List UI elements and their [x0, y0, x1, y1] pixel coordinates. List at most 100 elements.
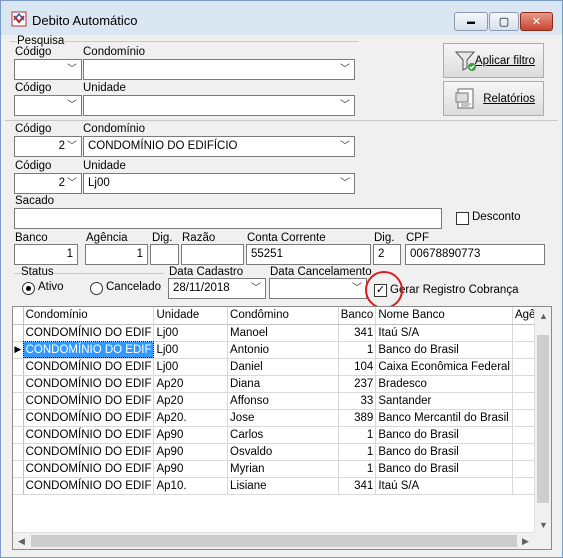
cell-condomino[interactable]: Diana — [227, 375, 339, 393]
pesquisa-condominio-combo[interactable]: ﹀ — [83, 59, 355, 80]
cell-nome-banco[interactable]: Banco do Brasil — [375, 460, 513, 478]
unidade-combo[interactable]: Lj00 ﹀ — [83, 173, 355, 194]
cell-banco[interactable]: 1 — [338, 460, 377, 478]
cell-banco[interactable]: 389 — [338, 409, 377, 427]
title-bar[interactable]: Debito Automático ▬ ▢ ✕ — [1, 1, 562, 35]
cell-banco[interactable]: 104 — [338, 358, 377, 376]
horizontal-scrollbar[interactable]: ◀ ▶ — [13, 532, 534, 549]
cell-nome-banco[interactable]: Banco do Brasil — [375, 443, 513, 461]
cell-unidade[interactable]: Ap20. — [153, 409, 229, 427]
data-cancelamento-picker[interactable]: ﹀ — [269, 278, 367, 299]
cell-nome-banco[interactable]: Caixa Econômica Federal — [375, 358, 513, 376]
cell-unidade[interactable]: Ap90 — [153, 443, 229, 461]
column-header-condomino[interactable]: Condômino — [227, 307, 339, 325]
cell-condomino[interactable]: Daniel — [227, 358, 339, 376]
table-row[interactable]: CONDOMÍNIO DO EDIF Ap20. Jose 389 Banco Merc… — [13, 409, 551, 427]
table-row[interactable]: CONDOMÍNIO DO EDIF Lj00 Daniel 104 Caixa Eco… — [13, 358, 551, 376]
cell-banco[interactable]: 237 — [338, 375, 377, 393]
scroll-left-icon[interactable]: ◀ — [13, 533, 30, 549]
cell-condominio[interactable]: CONDOMÍNIO DO EDIF — [23, 392, 155, 410]
cell-condomino[interactable]: Carlos — [227, 426, 339, 444]
table-row[interactable]: CONDOMÍNIO DO EDIF Ap20 Affonso 33 Santander… — [13, 392, 551, 410]
row-header[interactable] — [13, 392, 24, 410]
cell-banco[interactable]: 1 — [338, 443, 377, 461]
status-cancelado-radio[interactable] — [90, 282, 103, 295]
row-header[interactable] — [13, 358, 24, 376]
column-header-nome-banco[interactable]: Nome Banco — [375, 307, 513, 325]
scroll-right-icon[interactable]: ▶ — [517, 533, 534, 549]
cpf-input[interactable]: 00678890773 — [405, 244, 545, 265]
razao-input[interactable] — [181, 244, 244, 265]
scroll-up-icon[interactable]: ▲ — [535, 307, 551, 324]
row-header[interactable] — [13, 443, 24, 461]
condominio-combo[interactable]: CONDOMÍNIO DO EDIFÍCIO ﹀ — [83, 136, 355, 157]
cell-condomino[interactable]: Osvaldo — [227, 443, 339, 461]
cell-banco[interactable]: 33 — [338, 392, 377, 410]
cell-nome-banco[interactable]: Itaú S/A — [375, 477, 513, 495]
cell-condomino[interactable]: Myrian — [227, 460, 339, 478]
row-header[interactable] — [13, 460, 24, 478]
pesquisa-unidade-combo[interactable]: ﹀ — [83, 95, 355, 116]
cell-condominio[interactable]: CONDOMÍNIO DO EDIF — [23, 341, 155, 359]
column-header-condominio[interactable]: Condomínio — [23, 307, 155, 325]
row-header[interactable] — [13, 324, 24, 342]
cell-banco[interactable]: 1 — [338, 341, 377, 359]
cell-banco[interactable]: 1 — [338, 426, 377, 444]
row-header[interactable] — [13, 477, 24, 495]
table-row[interactable]: CONDOMÍNIO DO EDIF Ap90 Osvaldo 1 Banco do B… — [13, 443, 551, 461]
cell-unidade[interactable]: Ap90 — [153, 426, 229, 444]
cell-unidade[interactable]: Ap10. — [153, 477, 229, 495]
cell-banco[interactable]: 341 — [338, 324, 377, 342]
aplicar-filtro-button[interactable]: Aplicar filtro — [443, 43, 544, 78]
horizontal-scroll-thumb[interactable] — [31, 535, 517, 547]
cell-nome-banco[interactable]: Bradesco — [375, 375, 513, 393]
row-header[interactable] — [13, 409, 24, 427]
vertical-scrollbar[interactable]: ▲ ▼ — [534, 307, 551, 533]
column-header-banco[interactable]: Banco — [338, 307, 377, 325]
pesquisa-codigo-combo[interactable]: ﹀ — [14, 59, 82, 80]
close-button[interactable]: ✕ — [520, 12, 553, 31]
maximize-button[interactable]: ▢ — [489, 12, 519, 31]
banco-input[interactable]: 1 — [14, 244, 78, 265]
status-ativo-radio[interactable] — [22, 282, 35, 295]
minimize-button[interactable]: ▬ — [454, 12, 488, 31]
cell-banco[interactable]: 341 — [338, 477, 377, 495]
cell-condominio[interactable]: CONDOMÍNIO DO EDIF — [23, 477, 155, 495]
cell-unidade[interactable]: Ap90 — [153, 460, 229, 478]
cell-condomino[interactable]: Manoel — [227, 324, 339, 342]
table-row[interactable]: CONDOMÍNIO DO EDIFAp20Diana237Bradesco1 — [13, 375, 551, 393]
desconto-checkbox[interactable] — [456, 212, 469, 225]
cell-nome-banco[interactable]: Banco Mercantil do Brasil — [375, 409, 513, 427]
pesquisa-codigo2-combo[interactable]: ﹀ — [14, 95, 82, 116]
dig2-input[interactable]: 2 — [373, 244, 401, 265]
cell-condominio[interactable]: CONDOMÍNIO DO EDIF — [23, 443, 155, 461]
row-header[interactable] — [13, 375, 24, 393]
sacado-input[interactable] — [14, 208, 442, 229]
cell-unidade[interactable]: Ap20 — [153, 375, 229, 393]
row-header[interactable] — [13, 426, 24, 444]
cell-nome-banco[interactable]: Itaú S/A — [375, 324, 513, 342]
data-cadastro-picker[interactable]: 28/11/2018 ﹀ — [168, 278, 266, 299]
cell-condominio[interactable]: CONDOMÍNIO DO EDIF — [23, 426, 155, 444]
cell-condominio[interactable]: CONDOMÍNIO DO EDIF — [23, 324, 155, 342]
agencia-input[interactable]: 1 — [85, 244, 148, 265]
table-row[interactable]: CONDOMÍNIO DO EDIF Ap90 Myrian 1 Banco do Br… — [13, 460, 551, 478]
cell-condomino[interactable]: Affonso — [227, 392, 339, 410]
table-row[interactable]: ▶ CONDOMÍNIO DO EDIF Lj00 Antonio 1 Banco do … — [13, 341, 551, 359]
conta-corrente-input[interactable]: 55251 — [246, 244, 371, 265]
codigo2-combo[interactable]: 2 ﹀ — [14, 173, 82, 194]
cell-unidade[interactable]: Lj00 — [153, 324, 229, 342]
cell-nome-banco[interactable]: Banco do Brasil — [375, 426, 513, 444]
vertical-scroll-thumb[interactable] — [537, 335, 549, 503]
cell-condominio[interactable]: CONDOMÍNIO DO EDIF — [23, 409, 155, 427]
cell-unidade[interactable]: Ap20 — [153, 392, 229, 410]
scroll-down-icon[interactable]: ▼ — [535, 516, 551, 533]
dig1-input[interactable] — [150, 244, 179, 265]
cell-condominio[interactable]: CONDOMÍNIO DO EDIF — [23, 375, 155, 393]
table-row[interactable]: CONDOMÍNIO DO EDIF Ap90 Carlos 1 Banco do Br… — [13, 426, 551, 444]
cell-condomino[interactable]: Antonio — [227, 341, 339, 359]
cell-unidade[interactable]: Lj00 — [153, 341, 229, 359]
cell-condominio[interactable]: CONDOMÍNIO DO EDIF — [23, 460, 155, 478]
debito-grid[interactable]: Condomínio Unidade Condômino Banco Nome … — [12, 306, 552, 550]
current-row-indicator-icon[interactable]: ▶ — [13, 341, 24, 359]
